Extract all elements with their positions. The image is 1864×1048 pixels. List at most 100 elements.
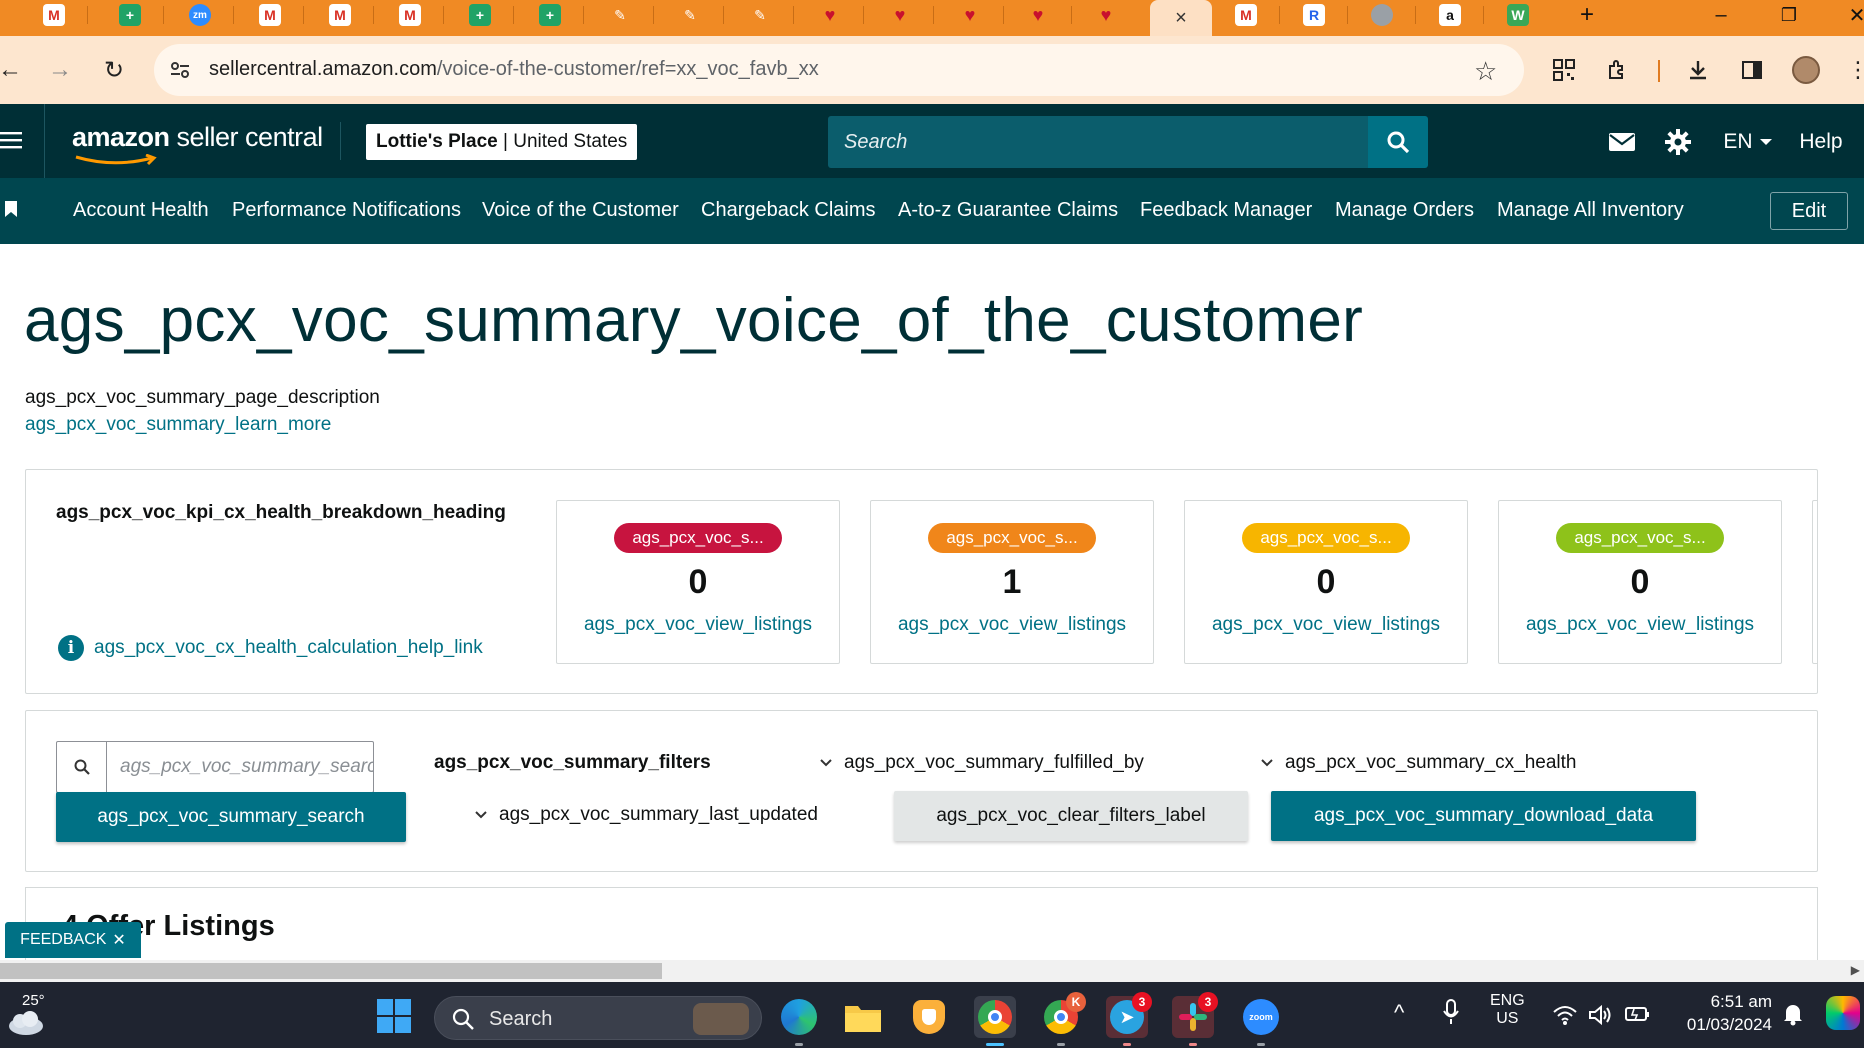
brave-icon[interactable] [908, 996, 950, 1038]
nav-manage-all-inventory[interactable]: Manage All Inventory [1497, 199, 1684, 222]
browser-tab[interactable]: R [1280, 0, 1348, 30]
clear-filters-button[interactable]: ags_pcx_voc_clear_filters_label [894, 791, 1248, 841]
scroll-right-arrow-icon[interactable]: ▶ [1851, 963, 1860, 977]
wifi-icon[interactable] [1552, 1004, 1578, 1026]
kpi-tile-fair: ags_pcx_voc_s... 0 ags_pcx_voc_view_list… [1184, 500, 1468, 664]
taskbar-search[interactable]: Search [434, 996, 762, 1040]
browser-tab[interactable]: + [516, 0, 584, 30]
browser-tab[interactable]: M [236, 0, 304, 30]
forward-icon[interactable]: → [42, 52, 78, 88]
browser-tab[interactable]: ♥ [866, 0, 934, 30]
notification-bell-icon[interactable] [1782, 1002, 1804, 1026]
browser-tab[interactable]: ♥ [1004, 0, 1072, 30]
minimize-icon[interactable]: – [1696, 0, 1746, 30]
clock[interactable]: 6:51 am 01/03/2024 [1672, 992, 1772, 1035]
settings-gear-icon[interactable] [1662, 124, 1694, 160]
feedback-close-icon[interactable]: ✕ [112, 930, 125, 950]
listing-search-input[interactable] [108, 742, 373, 792]
nav-a-to-z-claims[interactable]: A-to-z Guarantee Claims [898, 199, 1118, 222]
browser-tab[interactable]: ♥ [936, 0, 1004, 30]
tray-overflow-icon[interactable]: ^ [1394, 1000, 1404, 1026]
browser-tab[interactable]: + [446, 0, 514, 30]
browser-menu-icon[interactable]: ⋮ [1842, 54, 1864, 86]
chrome-icon[interactable] [974, 996, 1016, 1046]
qr-code-icon[interactable] [1548, 54, 1580, 86]
messages-icon[interactable] [1606, 124, 1638, 160]
telegram-icon[interactable]: ➤ 3 [1106, 992, 1152, 1046]
store-switcher[interactable]: Lottie's Place | United States [366, 124, 638, 160]
restore-icon[interactable]: ❐ [1764, 0, 1814, 30]
extensions-icon[interactable] [1602, 54, 1634, 86]
edge-icon[interactable] [778, 996, 820, 1046]
bookmark-star-icon[interactable]: ☆ [1474, 56, 1497, 87]
zoom-app-icon[interactable]: zoom [1240, 996, 1282, 1046]
active-browser-tab[interactable]: × [1150, 0, 1212, 36]
search-button[interactable]: ags_pcx_voc_summary_search [56, 792, 406, 842]
address-bar[interactable]: sellercentral.amazon.com/voice-of-the-cu… [154, 44, 1524, 96]
side-panel-icon[interactable] [1736, 54, 1768, 86]
browser-tab[interactable]: M [1212, 0, 1280, 30]
fulfilled-by-dropdown[interactable]: ags_pcx_voc_summary_fulfilled_by [820, 752, 1144, 774]
browser-tab[interactable]: M [376, 0, 444, 30]
tab-close-icon[interactable]: × [1175, 7, 1187, 30]
hamburger-menu-icon[interactable] [0, 128, 24, 152]
feedback-label: FEEDBACK [20, 931, 107, 948]
weather-widget[interactable]: 25° [6, 992, 52, 1040]
browser-tab[interactable] [1348, 0, 1416, 30]
view-listings-link[interactable]: ags_pcx_voc_view_listings [557, 614, 839, 636]
browser-tab[interactable]: M [306, 0, 374, 30]
bookmark-icon[interactable] [4, 200, 18, 218]
amazon-seller-central-logo[interactable]: amazon seller central [72, 122, 323, 153]
scrollbar-thumb[interactable] [0, 963, 662, 979]
browser-tab[interactable]: M [20, 0, 88, 30]
profile-avatar[interactable] [1790, 54, 1822, 86]
language-selector[interactable]: EN [1718, 124, 1778, 160]
browser-tab[interactable]: ✎ [656, 0, 724, 30]
sheets-icon: + [539, 4, 561, 26]
browser-tab[interactable]: ♥ [796, 0, 864, 30]
view-listings-link[interactable]: ags_pcx_voc_view_listings [1185, 614, 1467, 636]
nav-manage-orders[interactable]: Manage Orders [1335, 199, 1474, 222]
sheets-icon: + [469, 4, 491, 26]
browser-tab[interactable]: a [1416, 0, 1484, 30]
header-search-button[interactable] [1368, 116, 1428, 168]
edit-nav-button[interactable]: Edit [1770, 192, 1848, 230]
view-listings-link[interactable]: ags_pcx_voc_view_listings [1499, 614, 1781, 636]
help-link[interactable]: Help [1796, 124, 1846, 160]
header-search-input[interactable] [828, 116, 1368, 168]
battery-icon[interactable] [1624, 1004, 1650, 1024]
copilot-icon[interactable] [1826, 996, 1860, 1030]
nav-feedback-manager[interactable]: Feedback Manager [1140, 199, 1312, 222]
browser-tab[interactable]: W [1484, 0, 1552, 30]
browser-tab[interactable]: ♥ [1072, 0, 1140, 30]
cx-health-help-link[interactable]: i ags_pcx_voc_cx_health_calculation_help… [58, 635, 483, 661]
cx-health-dropdown[interactable]: ags_pcx_voc_summary_cx_health [1261, 752, 1577, 774]
download-data-button[interactable]: ags_pcx_voc_summary_download_data [1271, 791, 1696, 841]
chrome-profile-icon[interactable]: K [1040, 992, 1086, 1046]
browser-tab[interactable]: ✎ [586, 0, 654, 30]
browser-tab[interactable]: + [96, 0, 164, 30]
windows-start-icon[interactable] [376, 998, 412, 1034]
back-icon[interactable]: ← [0, 52, 28, 88]
slack-icon[interactable]: 3 [1172, 992, 1218, 1046]
view-listings-link[interactable]: ags_pcx_voc_view_listings [871, 614, 1153, 636]
nav-performance-notifications[interactable]: Performance Notifications [232, 199, 461, 222]
reload-icon[interactable]: ↻ [96, 52, 132, 88]
nav-chargeback-claims[interactable]: Chargeback Claims [701, 199, 876, 222]
site-info-icon[interactable] [168, 58, 192, 82]
browser-tab[interactable]: zm [166, 0, 234, 30]
input-language[interactable]: ENG US [1490, 992, 1525, 1028]
volume-icon[interactable] [1588, 1004, 1612, 1026]
new-tab-icon[interactable]: + [1562, 0, 1612, 30]
last-updated-dropdown[interactable]: ags_pcx_voc_summary_last_updated [475, 804, 818, 826]
download-icon[interactable] [1682, 54, 1714, 86]
browser-tab[interactable]: ✎ [726, 0, 794, 30]
microphone-icon[interactable] [1442, 998, 1460, 1026]
nav-voice-of-the-customer[interactable]: Voice of the Customer [482, 199, 679, 222]
horizontal-scrollbar[interactable]: ▶ [0, 960, 1864, 982]
feedback-tab[interactable]: FEEDBACK ✕ [5, 922, 141, 958]
file-explorer-icon[interactable] [842, 996, 884, 1038]
nav-account-health[interactable]: Account Health [73, 199, 209, 222]
close-window-icon[interactable]: ✕ [1832, 0, 1864, 30]
learn-more-link[interactable]: ags_pcx_voc_summary_learn_more [25, 414, 331, 436]
